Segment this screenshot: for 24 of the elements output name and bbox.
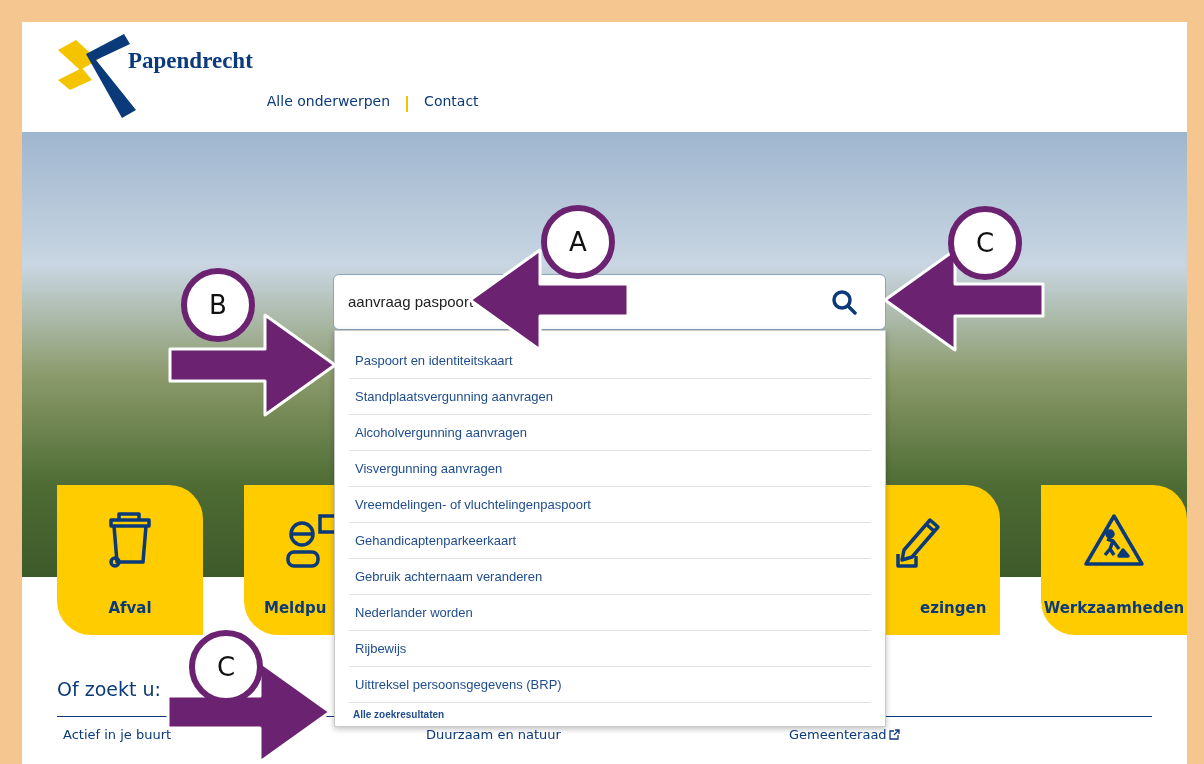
suggestion-item[interactable]: Paspoort en identiteitskaart <box>355 350 513 371</box>
all-results-link[interactable]: Alle zoekresultaten <box>353 707 445 722</box>
nav-link[interactable]: Alle onderwerpen <box>266 91 391 112</box>
search-icon[interactable] <box>831 289 857 315</box>
section-link[interactable]: Duurzaam en natuur <box>426 724 561 744</box>
logo-text: Papendrecht <box>128 47 253 75</box>
search-field[interactable]: aanvraag paspoort <box>348 290 831 314</box>
tile-label: Afval <box>108 598 152 619</box>
category-tile[interactable]: Werkzaamheden <box>1041 485 1187 635</box>
suggestion-item[interactable]: Alcoholvergunning aanvragen <box>355 422 527 443</box>
suggestion-item[interactable]: Visvergunning aanvragen <box>355 458 503 479</box>
tile-label: Meldpu <box>264 598 327 619</box>
tile-label: ezingen <box>920 598 987 619</box>
suggestion-item[interactable]: Rijbewijs <box>355 638 407 659</box>
roadwork-sign-icon <box>1083 512 1145 568</box>
suggestion-item[interactable]: Uittreksel persoonsgegevens (BRP) <box>355 674 562 695</box>
suggestion-item[interactable]: Standplaatsvergunning aanvragen <box>355 386 554 407</box>
section-title: Of zoekt u: <box>57 677 161 702</box>
section-link[interactable]: Actief in je buurt <box>63 724 172 744</box>
category-tile[interactable]: Afval <box>57 485 203 635</box>
wheelie-bin-icon <box>107 510 153 570</box>
tile-label: Werkzaamheden <box>1043 598 1185 619</box>
section-link[interactable]: Gemeenteraad <box>789 724 887 744</box>
nav-link[interactable]: Contact <box>424 91 479 112</box>
